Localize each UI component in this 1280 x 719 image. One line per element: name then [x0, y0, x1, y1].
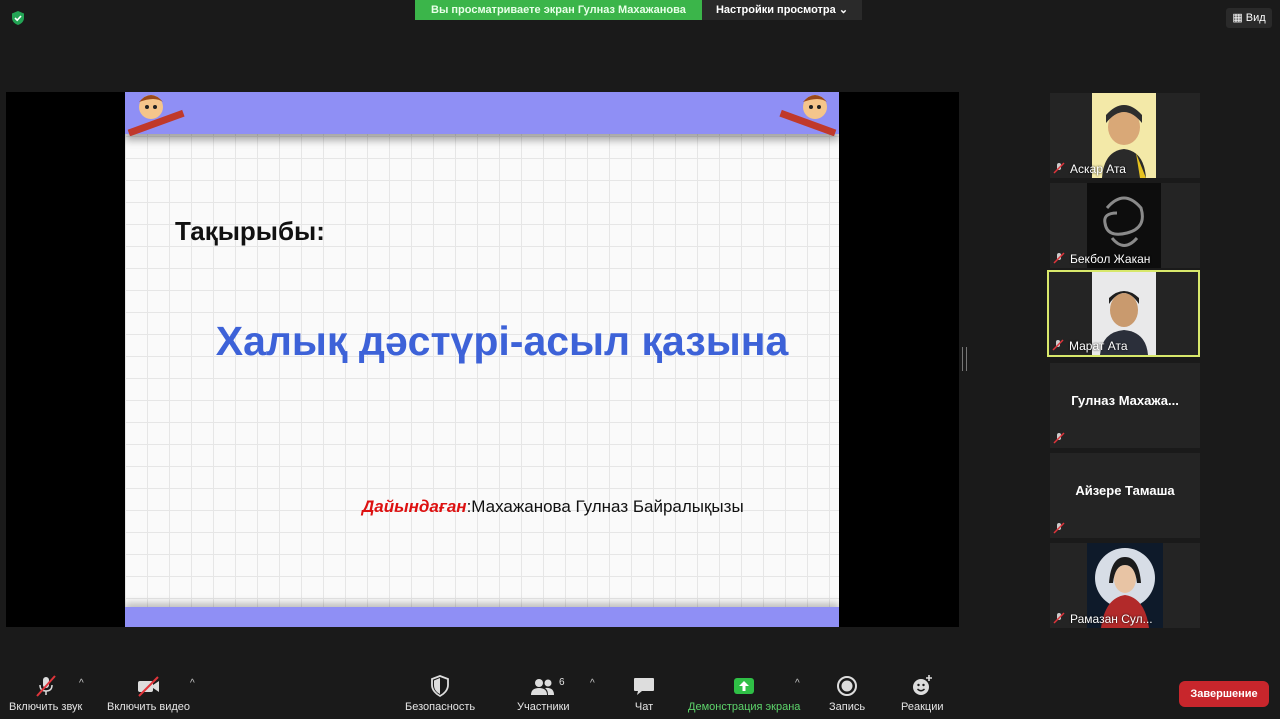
- muted-mic-icon: [1053, 252, 1065, 264]
- participant-name: Аскар Ата: [1070, 162, 1126, 176]
- chat-bubble-icon: [634, 678, 654, 695]
- view-label: Вид: [1245, 12, 1266, 24]
- top-bar: Вы просматриваете экран Гулназ Махажанов…: [0, 0, 1280, 40]
- slide-bottom-band: [125, 607, 839, 627]
- participant-tile-active-speaker[interactable]: Марат Ата: [1047, 270, 1200, 357]
- muted-mic-icon: [1053, 522, 1065, 534]
- view-options-button[interactable]: Настройки просмотра ⌄: [702, 0, 862, 20]
- author-label: Дайындаған: [362, 497, 467, 516]
- video-options-caret[interactable]: ^: [190, 678, 195, 689]
- participants-count: 6: [559, 677, 565, 688]
- reactions-label: Реакции: [901, 701, 944, 713]
- record-label: Запись: [829, 701, 866, 713]
- muted-mic-icon: [1053, 432, 1065, 444]
- participant-tile[interactable]: Айзере Тамаша: [1050, 453, 1200, 538]
- pencil-boy-mascot-left: [127, 95, 185, 136]
- reactions-button[interactable]: Реакции: [901, 674, 944, 713]
- muted-microphone-icon: [35, 675, 56, 697]
- meeting-toolbar: Включить звук ^ Включить видео ^ Безопас…: [0, 666, 1280, 719]
- chat-label: Чат: [634, 701, 654, 713]
- people-icon: [531, 679, 555, 695]
- start-video-label: Включить видео: [107, 701, 191, 713]
- pencil-boy-mascot-right: [779, 95, 837, 136]
- participants-label: Участники: [517, 701, 570, 713]
- presentation-slide: Тақырыбы: Халық дәстүрі-асыл қазына Дайы…: [125, 92, 839, 627]
- unmute-label: Включить звук: [9, 701, 83, 713]
- participant-name: Марат Ата: [1069, 339, 1128, 353]
- video-off-icon: [137, 676, 159, 697]
- shared-screen: Тақырыбы: Халық дәстүрі-асыл қазына Дайы…: [6, 92, 959, 627]
- unmute-button[interactable]: Включить звук: [9, 674, 82, 713]
- share-options-caret[interactable]: ^: [795, 678, 800, 689]
- view-options-label: Настройки просмотра: [715, 4, 836, 16]
- author-name: :Махажанова Гулназ Байралықызы: [466, 497, 744, 516]
- slide-author: Дайындаған:Махажанова Гулназ Байралықызы: [362, 497, 744, 517]
- participants-options-caret[interactable]: ^: [590, 678, 595, 689]
- security-label: Безопасность: [405, 701, 476, 713]
- participant-tile[interactable]: Гулназ Махажа...: [1050, 363, 1200, 448]
- record-icon: [837, 676, 858, 696]
- shield-icon: [431, 675, 449, 698]
- viewing-screen-banner: Вы просматриваете экран Гулназ Махажанов…: [415, 0, 702, 20]
- chevron-down-icon: ⌄: [838, 4, 849, 16]
- muted-mic-icon: [1053, 162, 1065, 174]
- participant-tile[interactable]: Бекбол Жакан: [1050, 183, 1200, 268]
- slide-title: Халық дәстүрі-асыл қазына: [215, 318, 789, 364]
- share-screen-label: Демонстрация экрана: [688, 701, 801, 713]
- record-button[interactable]: Запись: [829, 674, 865, 713]
- security-button[interactable]: Безопасность: [405, 674, 475, 713]
- participant-tile[interactable]: Рамазан Сул...: [1050, 543, 1200, 628]
- slide-top-band: [125, 92, 839, 134]
- participant-tile[interactable]: Аскар Ата: [1050, 93, 1200, 178]
- participant-name: Гулназ Махажа...: [1071, 393, 1179, 408]
- view-button[interactable]: ▦ Вид: [1226, 8, 1272, 28]
- participant-name: Айзере Тамаша: [1075, 483, 1175, 498]
- share-screen-icon: [734, 678, 755, 694]
- share-screen-button[interactable]: Демонстрация экрана: [688, 674, 800, 713]
- muted-mic-icon: [1053, 612, 1065, 624]
- slide-heading: Тақырыбы:: [175, 216, 325, 246]
- resize-handle[interactable]: [962, 347, 967, 371]
- shield-check-icon[interactable]: [10, 10, 26, 26]
- participant-name: Рамазан Сул...: [1070, 612, 1153, 626]
- smiley-plus-icon: [913, 675, 933, 695]
- muted-mic-icon: [1052, 339, 1064, 351]
- end-meeting-button[interactable]: Завершение: [1179, 681, 1269, 707]
- grid-icon: ▦: [1232, 12, 1246, 24]
- start-video-button[interactable]: Включить видео: [107, 674, 190, 713]
- audio-options-caret[interactable]: ^: [79, 678, 84, 689]
- participant-name: Бекбол Жакан: [1070, 252, 1151, 266]
- chat-button[interactable]: Чат: [632, 674, 656, 713]
